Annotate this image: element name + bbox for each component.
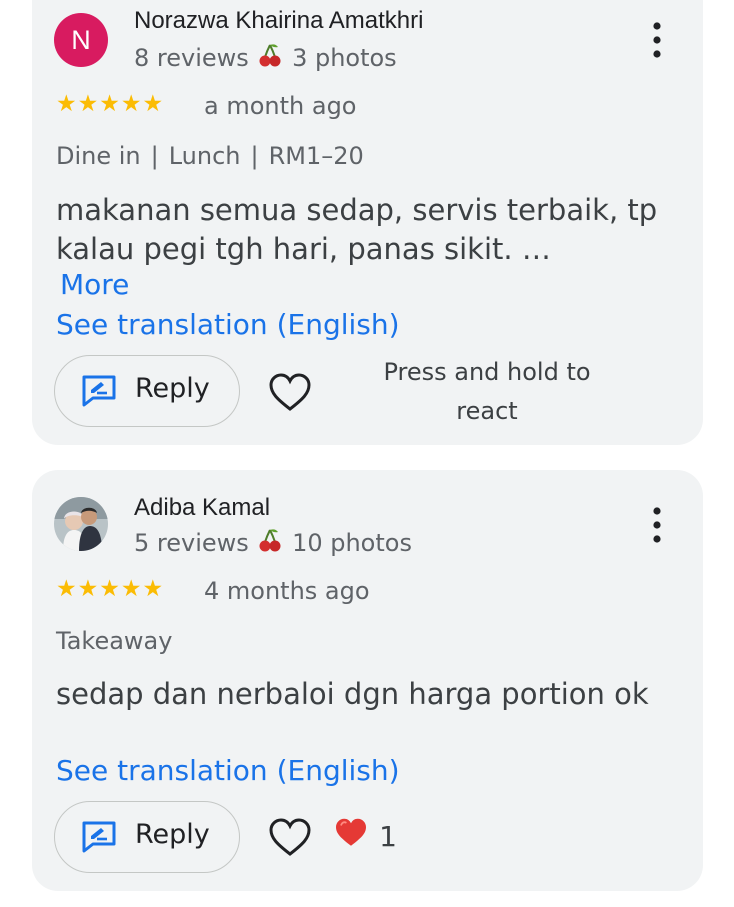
review-count: 8 reviews	[134, 44, 249, 72]
reviewer-meta: 8 reviews 3 photos	[134, 42, 397, 74]
photo-count: 10 photos	[292, 529, 412, 557]
star-rating: ★★★★★	[56, 576, 165, 602]
reviewer-name[interactable]: Adiba Kamal	[134, 494, 270, 522]
review-card: Adiba Kamal 5 reviews 10 photos ★★★★★ 4 …	[32, 470, 703, 891]
heart-outline-icon[interactable]	[268, 818, 312, 858]
see-translation-link[interactable]: See translation (English)	[56, 754, 400, 787]
tag-dine-in: Dine in	[56, 142, 141, 170]
reviewer-name[interactable]: Norazwa Khairina Amatkhri	[134, 7, 423, 35]
more-vert-icon[interactable]	[647, 22, 667, 58]
reaction-count: 1	[379, 820, 397, 853]
reply-edit-icon	[81, 820, 117, 854]
cherry-icon	[258, 42, 282, 74]
red-heart-icon	[334, 818, 368, 848]
reply-label: Reply	[135, 373, 210, 404]
tag-price: RM1–20	[268, 142, 364, 170]
heart-outline-icon[interactable]	[268, 373, 312, 413]
review-text: sedap dan nerbaloi dgn harga portion ok	[56, 677, 649, 711]
reply-button[interactable]: Reply	[54, 801, 240, 873]
tag-service: Takeaway	[56, 627, 173, 655]
reply-edit-icon	[81, 374, 117, 408]
avatar[interactable]	[54, 497, 108, 551]
photo-count: 3 photos	[292, 44, 397, 72]
avatar[interactable]: N	[54, 13, 108, 67]
cherry-icon	[258, 527, 282, 559]
react-hint: Press and hold to react	[383, 358, 591, 425]
review-card: N Norazwa Khairina Amatkhri 8 reviews 3 …	[32, 0, 703, 445]
review-count: 5 reviews	[134, 529, 249, 557]
star-rating: ★★★★★	[56, 91, 165, 117]
reply-button[interactable]: Reply	[54, 355, 240, 427]
more-vert-icon[interactable]	[647, 507, 667, 543]
review-time: a month ago	[204, 92, 357, 120]
reply-label: Reply	[135, 819, 210, 850]
tag-meal: Lunch	[168, 142, 241, 170]
review-time: 4 months ago	[204, 577, 370, 605]
more-link[interactable]: More	[60, 268, 129, 301]
reviewer-meta: 5 reviews 10 photos	[134, 527, 412, 559]
review-tags: Dine in | Lunch | RM1–20	[56, 142, 364, 170]
review-tags: Takeaway	[56, 627, 172, 655]
reaction-summary[interactable]: 1	[334, 818, 397, 853]
see-translation-link[interactable]: See translation (English)	[56, 308, 400, 341]
review-text: makanan semua sedap, servis terbaik, tp …	[56, 193, 658, 266]
